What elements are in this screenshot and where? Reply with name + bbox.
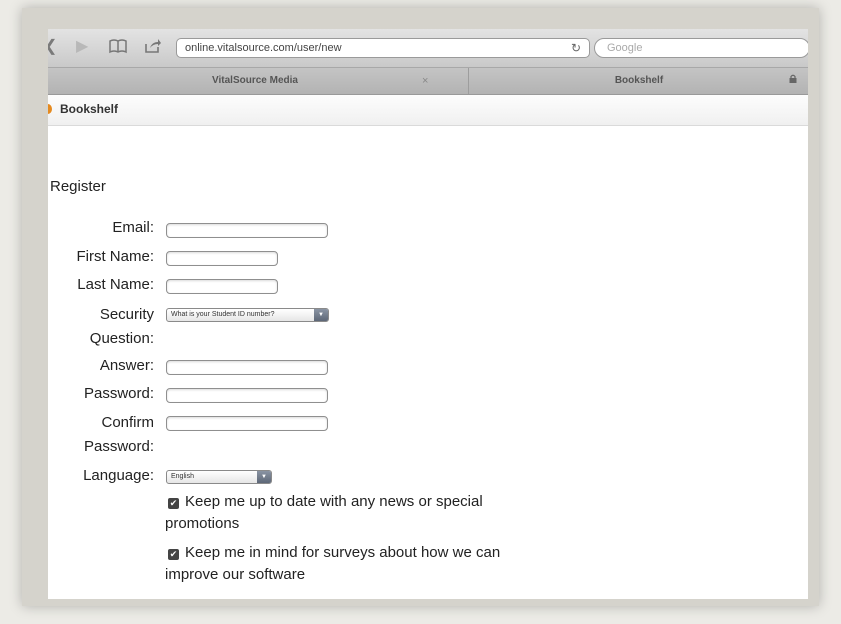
search-placeholder: Google bbox=[607, 42, 643, 54]
share-icon[interactable] bbox=[144, 38, 162, 59]
url-bar[interactable]: online.vitalsource.com/user/new ↻ bbox=[176, 38, 590, 58]
close-icon[interactable]: × bbox=[422, 68, 428, 94]
checkmark-icon[interactable]: ✔ bbox=[168, 549, 179, 560]
first-name-field[interactable] bbox=[166, 251, 278, 266]
tab-bar: VitalSource Media × Bookshelf bbox=[48, 68, 808, 95]
answer-label: Answer: bbox=[99, 357, 154, 374]
tab-label: VitalSource Media bbox=[212, 75, 298, 86]
news-opt-in[interactable]: ✔ Keep me up to date with any news or spe… bbox=[165, 491, 555, 535]
last-name-label: Last Name: bbox=[77, 276, 154, 293]
survey-opt-in-text: Keep me in mind for surveys about how we… bbox=[185, 544, 501, 561]
language-value: English bbox=[171, 473, 194, 480]
tab-label: Bookshelf bbox=[614, 75, 664, 86]
lock-icon bbox=[789, 68, 797, 94]
answer-field[interactable] bbox=[166, 360, 328, 375]
dropdown-arrow-icon: ▼ bbox=[257, 471, 271, 483]
search-input[interactable]: Google bbox=[594, 38, 808, 58]
language-label: Language: bbox=[83, 467, 154, 484]
browser-window: ❮ ▶ online.vitalsource.com/user/new ↻ Go… bbox=[48, 29, 808, 599]
news-opt-in-text-2: promotions bbox=[165, 515, 240, 532]
checkmark-icon[interactable]: ✔ bbox=[168, 498, 179, 509]
url-text: online.vitalsource.com/user/new bbox=[185, 42, 342, 54]
survey-opt-in[interactable]: ✔ Keep me in mind for surveys about how w… bbox=[165, 542, 555, 586]
first-name-label: First Name: bbox=[76, 248, 154, 265]
dropdown-arrow-icon: ▼ bbox=[314, 309, 328, 321]
confirm-password-label-2: Password: bbox=[83, 438, 154, 455]
tab-vitalsource-media[interactable]: VitalSource Media × bbox=[48, 68, 462, 94]
browser-toolbar: ❮ ▶ online.vitalsource.com/user/new ↻ Go… bbox=[48, 29, 808, 68]
back-arrow-icon[interactable]: ❮ bbox=[48, 38, 57, 56]
confirm-password-label: Confirm bbox=[101, 414, 154, 431]
password-label: Password: bbox=[83, 385, 154, 402]
tab-bookshelf[interactable]: Bookshelf bbox=[468, 68, 808, 94]
survey-opt-in-text-2: improve our software bbox=[165, 566, 306, 583]
page-title: Register bbox=[50, 178, 106, 195]
app-header: Bookshelf bbox=[48, 95, 808, 126]
app-title: Bookshelf bbox=[60, 102, 119, 116]
book-icon[interactable] bbox=[108, 38, 128, 59]
forward-arrow-icon[interactable]: ▶ bbox=[76, 38, 88, 56]
security-question-value: What is your Student ID number? bbox=[171, 311, 275, 318]
language-select[interactable]: English ▼ bbox=[166, 470, 272, 484]
email-label: Email: bbox=[112, 219, 154, 236]
confirm-password-field[interactable] bbox=[166, 416, 328, 431]
email-field[interactable] bbox=[166, 223, 328, 238]
last-name-field[interactable] bbox=[166, 279, 278, 294]
security-question-label-2: Question: bbox=[89, 330, 154, 347]
news-opt-in-text: Keep me up to date with any news or spec… bbox=[185, 493, 483, 510]
security-question-select[interactable]: What is your Student ID number? ▼ bbox=[166, 308, 329, 322]
reload-icon[interactable]: ↻ bbox=[571, 39, 581, 57]
security-question-label: Security bbox=[99, 306, 154, 323]
back-arrow-icon[interactable] bbox=[48, 104, 52, 114]
password-field[interactable] bbox=[166, 388, 328, 403]
